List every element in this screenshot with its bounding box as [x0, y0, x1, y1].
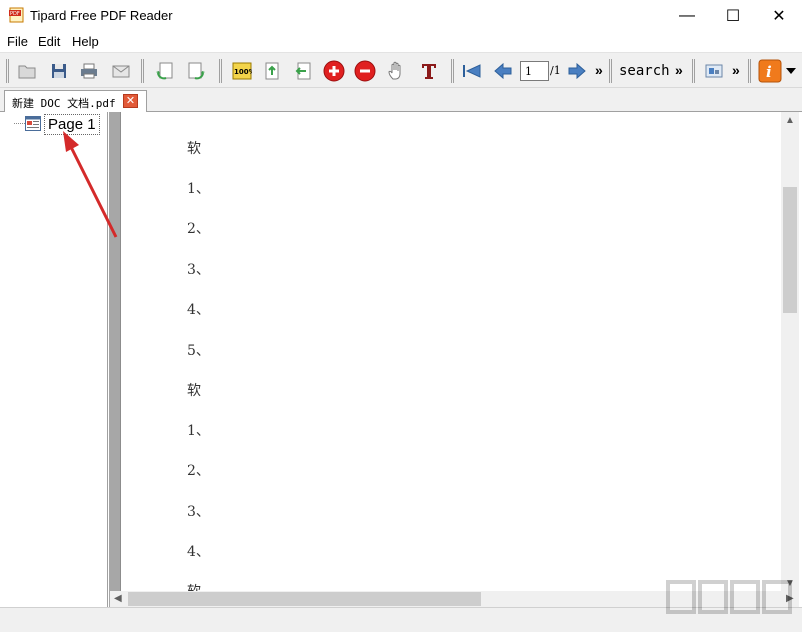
title-bar: PDF Tipard Free PDF Reader — ☐ ✕	[0, 0, 802, 31]
toolbar-grip[interactable]	[6, 59, 9, 83]
minimize-button[interactable]: —	[664, 0, 710, 31]
zoom-100-label: 100%	[234, 68, 252, 76]
document-line: 软	[187, 581, 201, 591]
tree-connector	[14, 123, 25, 124]
next-page-icon[interactable]	[566, 60, 588, 82]
hand-tool-icon[interactable]	[386, 60, 408, 82]
close-tab-icon[interactable]: ✕	[123, 94, 138, 108]
actual-size-icon[interactable]: 100%	[231, 60, 253, 82]
search-button[interactable]: search	[619, 63, 670, 79]
pdf-app-icon: PDF	[9, 7, 24, 23]
toolbar-grip[interactable]	[451, 59, 454, 83]
page-icon	[25, 116, 41, 131]
fit-page-icon[interactable]	[292, 60, 314, 82]
svg-text:i: i	[766, 63, 772, 81]
close-button[interactable]: ✕	[756, 0, 802, 31]
annotation-arrow	[63, 131, 118, 238]
vertical-scrollbar[interactable]	[781, 112, 799, 591]
rotate-right-icon[interactable]	[185, 60, 207, 82]
document-view[interactable]: 软 1、 2、 3、 4、 5、 软 1、 2、 3、 4、 软	[121, 112, 781, 591]
document-line: 3、	[187, 504, 210, 520]
document-tab-bar: 新建 DOC 文档.pdf ✕	[0, 88, 802, 112]
scroll-up-arrow[interactable]: ▲	[785, 115, 795, 126]
zoom-in-icon[interactable]	[323, 60, 345, 82]
toolbar-grip[interactable]	[609, 59, 612, 83]
document-line: 软	[187, 141, 201, 157]
document-line: 4、	[187, 544, 210, 560]
toolbar: 100% 1 /1 » search » » i	[0, 52, 802, 88]
menu-bar: File Edit Help	[0, 31, 802, 52]
document-line: 3、	[187, 262, 210, 278]
toolbar-overflow-button[interactable]: »	[675, 62, 683, 78]
document-line: 4、	[187, 302, 210, 318]
menu-edit[interactable]: Edit	[38, 34, 60, 49]
horizontal-scroll-thumb[interactable]	[128, 592, 481, 606]
window-title: Tipard Free PDF Reader	[30, 8, 173, 23]
toolbar-overflow-button[interactable]: »	[732, 62, 740, 78]
save-icon[interactable]	[48, 60, 70, 82]
open-file-icon[interactable]	[16, 60, 38, 82]
document-tab-label: 新建 DOC 文档.pdf	[12, 97, 116, 110]
info-icon[interactable]: i	[758, 59, 782, 83]
toolbar-grip[interactable]	[748, 59, 751, 83]
menu-help[interactable]: Help	[72, 34, 99, 49]
document-line: 1、	[187, 423, 210, 439]
document-line: 5、	[187, 343, 210, 359]
maximize-button[interactable]: ☐	[710, 0, 756, 31]
first-page-icon[interactable]	[461, 60, 483, 82]
text-select-icon[interactable]	[418, 60, 440, 82]
previous-page-icon[interactable]	[492, 60, 514, 82]
page-total: /1	[550, 64, 561, 77]
snapshot-icon[interactable]	[703, 60, 725, 82]
document-line: 软	[187, 383, 201, 399]
print-icon[interactable]	[78, 60, 100, 82]
vertical-scroll-thumb[interactable]	[783, 187, 797, 313]
svg-text:PDF: PDF	[10, 11, 20, 17]
fit-width-icon[interactable]	[261, 60, 283, 82]
zoom-out-icon[interactable]	[354, 60, 376, 82]
scroll-left-arrow[interactable]: ◀	[114, 593, 122, 604]
page-number-input[interactable]: 1	[520, 61, 549, 81]
toolbar-grip[interactable]	[141, 59, 144, 83]
rotate-left-icon[interactable]	[154, 60, 176, 82]
toolbar-overflow-button[interactable]: »	[595, 62, 603, 78]
document-line: 2、	[187, 463, 210, 479]
document-line: 1、	[187, 181, 210, 197]
menu-file[interactable]: File	[7, 34, 28, 49]
email-icon[interactable]	[110, 60, 132, 82]
toolbar-grip[interactable]	[692, 59, 695, 83]
chevron-down-icon[interactable]	[784, 60, 798, 82]
toolbar-grip[interactable]	[219, 59, 222, 83]
document-line: 2、	[187, 221, 210, 237]
document-tab[interactable]: 新建 DOC 文档.pdf ✕	[4, 90, 147, 112]
site-watermark	[666, 580, 792, 614]
